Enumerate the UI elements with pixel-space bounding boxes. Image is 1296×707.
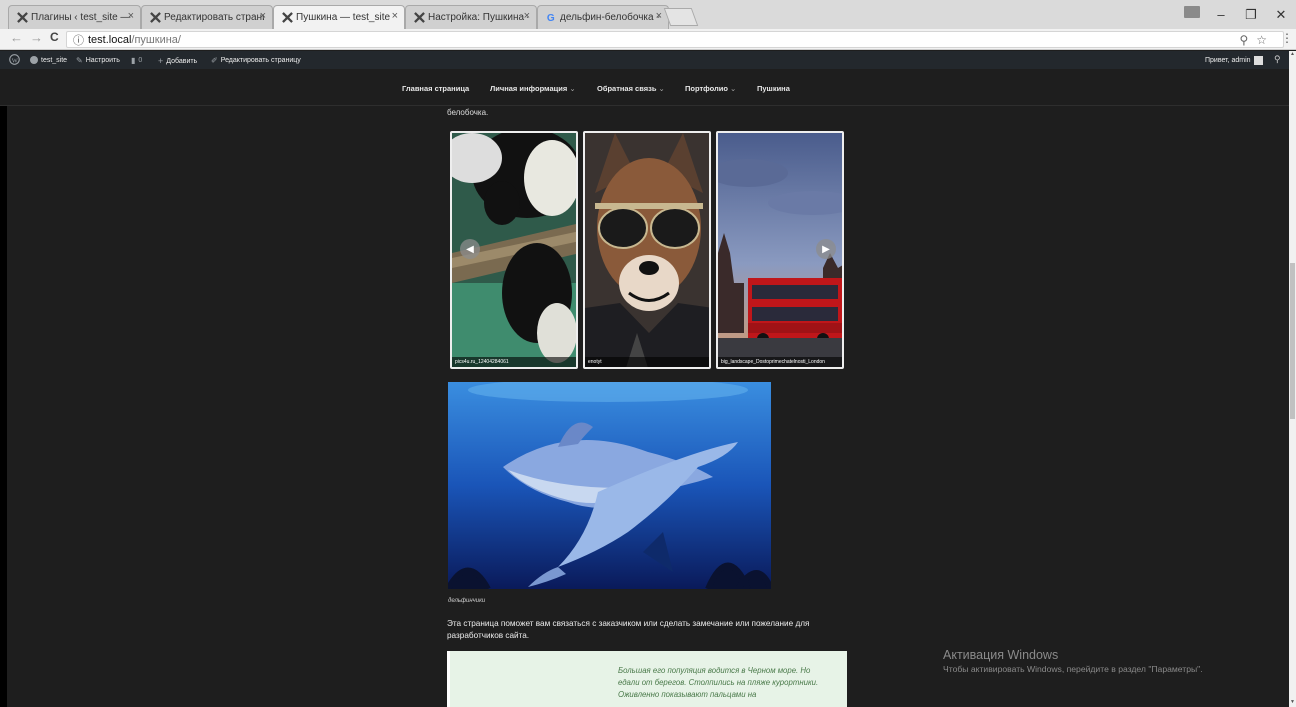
bookmark-star-icon[interactable]: ☆ [1256, 33, 1267, 47]
close-window-button[interactable]: ✕ [1266, 7, 1296, 23]
quote-block: Большая его популяция водится в Черном м… [447, 651, 847, 707]
site-info-icon[interactable]: ⓘ [73, 32, 84, 48]
browser-toolbar: ← → C ⓘ test.local/пушкина/ ⚲ ☆ ⋮ [0, 29, 1296, 50]
windows-activation-watermark: Активация Windows Чтобы активировать Win… [943, 648, 1203, 674]
nav-item-home[interactable]: Главная страница [402, 84, 469, 93]
back-button[interactable]: ← [10, 30, 23, 45]
google-icon: G [547, 13, 555, 23]
forward-button[interactable]: → [30, 30, 43, 45]
scroll-up-arrow-icon[interactable]: ▲ [1289, 51, 1296, 59]
adminbar-site[interactable]: test_site [30, 56, 67, 64]
tab-google-search[interactable]: G дельфин-белобочка - Г × [537, 5, 669, 29]
tab-pushkina-active[interactable]: Пушкина — test_site × [273, 5, 405, 29]
brush-icon: ✎ [76, 56, 83, 65]
address-path: /пушкина/ [131, 33, 181, 46]
profile-icon[interactable] [1184, 6, 1200, 18]
dashboard-icon [30, 56, 38, 64]
wp-icon [17, 12, 28, 23]
wp-icon [282, 12, 293, 23]
reload-button[interactable]: C [50, 30, 59, 44]
activation-title: Активация Windows [943, 648, 1059, 662]
tab-close-icon[interactable]: × [128, 10, 134, 22]
svg-text:W: W [12, 57, 19, 64]
tab-title: Плагины ‹ test_site — W [31, 12, 132, 23]
gallery-image-raccoon[interactable]: enotyt [583, 131, 711, 369]
avatar [1253, 56, 1263, 65]
comments-count: 0 [138, 57, 143, 64]
address-host: test.local [88, 33, 132, 46]
raccoon-image [585, 133, 709, 367]
adminbar-site-name: test_site [41, 56, 68, 64]
gallery-caption: enotyt [585, 357, 709, 367]
browser-menu-icon[interactable]: ⋮ [1281, 31, 1293, 45]
tab-title: Настройка: Пушкина — [428, 12, 528, 23]
tab-customize[interactable]: Настройка: Пушкина — × [405, 5, 537, 29]
gallery-image-london[interactable]: ▶ big_landscape_Dostoprimechatelnosti_Lo… [716, 131, 844, 369]
page-scrollbar[interactable]: ▲ ▼ [1289, 51, 1296, 707]
address-bar[interactable]: ⓘ test.local/пушкина/ ⚲ ☆ [66, 31, 1284, 48]
tab-plugins[interactable]: Плагины ‹ test_site — W × [8, 5, 141, 29]
tab-close-icon[interactable]: × [260, 10, 266, 22]
slider-next-button[interactable]: ▶ [816, 239, 836, 259]
page-content: белобочка. ◀ pics4u.ru_12404284061 enoty… [0, 106, 1289, 707]
gallery-caption: big_landscape_Dostoprimechatelnosti_Lond… [718, 357, 842, 367]
adminbar-edit-page[interactable]: ✐ Редактировать страницу [211, 56, 301, 65]
zoom-icon[interactable]: ⚲ [1239, 33, 1248, 47]
activation-subtitle: Чтобы активировать Windows, перейдите в … [943, 664, 1203, 674]
restore-button[interactable]: ❐ [1236, 7, 1266, 23]
image-caption: дельфинчики [448, 598, 486, 604]
left-edge [0, 106, 7, 707]
adminbar-account[interactable]: Привет, admin [1205, 56, 1263, 65]
window-controls: – ❐ ✕ [1206, 0, 1296, 29]
chevron-down-icon: ⌄ [569, 84, 576, 93]
new-tab-button[interactable] [663, 8, 699, 26]
chevron-down-icon: ⌄ [658, 84, 665, 93]
nav-item-portfolio[interactable]: Портфолио ⌄ [685, 84, 736, 93]
tab-close-icon[interactable]: × [656, 10, 662, 22]
adminbar-greeting: Привет, admin [1205, 57, 1251, 64]
browser-tab-strip: Плагины ‹ test_site — W × Редактировать … [0, 0, 1296, 29]
chevron-down-icon: ⌄ [730, 84, 737, 93]
wp-icon [150, 12, 161, 23]
minimize-button[interactable]: – [1206, 7, 1236, 22]
scrollbar-thumb[interactable] [1290, 263, 1295, 419]
adminbar-customize-label: Настроить [85, 57, 120, 64]
adminbar-add-new[interactable]: + Добавить [158, 56, 197, 66]
adminbar-add-new-label: Добавить [166, 57, 198, 65]
gallery-image-lemur[interactable]: ◀ pics4u.ru_12404284061 [450, 131, 578, 369]
wp-admin-bar: W test_site ✎ Настроить ▮ 0 + Добавить ✐… [0, 51, 1289, 69]
lead-text: белобочка. [447, 108, 489, 117]
tab-title: Редактировать страниц [164, 12, 264, 23]
adminbar-customize[interactable]: ✎ Настроить [76, 56, 120, 65]
tab-close-icon[interactable]: × [524, 10, 530, 22]
wp-icon [414, 12, 425, 23]
tab-close-icon[interactable]: × [392, 10, 398, 22]
tab-title: дельфин-белобочка - Г [560, 12, 660, 23]
nav-item-personal-info[interactable]: Личная информация ⌄ [490, 84, 576, 93]
tab-edit-page[interactable]: Редактировать страниц × [141, 5, 273, 29]
tab-title: Пушкина — test_site [296, 12, 391, 23]
wp-logo-icon[interactable]: W [9, 54, 20, 65]
quote-text: Большая его популяция водится в Черном м… [618, 666, 819, 699]
plus-icon: + [158, 56, 164, 66]
nav-item-feedback[interactable]: Обратная связь ⌄ [597, 84, 665, 93]
site-navigation: Главная страница Личная информация ⌄ Обр… [0, 69, 1289, 106]
nav-item-pushkina[interactable]: Пушкина [757, 84, 790, 93]
comment-icon: ▮ [131, 56, 136, 65]
svg-text:G: G [547, 13, 555, 23]
pencil-icon: ✐ [211, 56, 218, 65]
adminbar-comments[interactable]: ▮ 0 [131, 56, 142, 65]
adminbar-edit-page-label: Редактировать страницу [220, 57, 301, 64]
adminbar-search-icon[interactable]: ⚲ [1274, 54, 1281, 65]
dolphins-image [448, 382, 771, 589]
gallery-caption: pics4u.ru_12404284061 [452, 357, 576, 367]
body-paragraph: Эта страница поможет вам связаться с зак… [447, 619, 810, 640]
scroll-down-arrow-icon[interactable]: ▼ [1289, 699, 1296, 707]
slider-prev-button[interactable]: ◀ [460, 239, 480, 259]
